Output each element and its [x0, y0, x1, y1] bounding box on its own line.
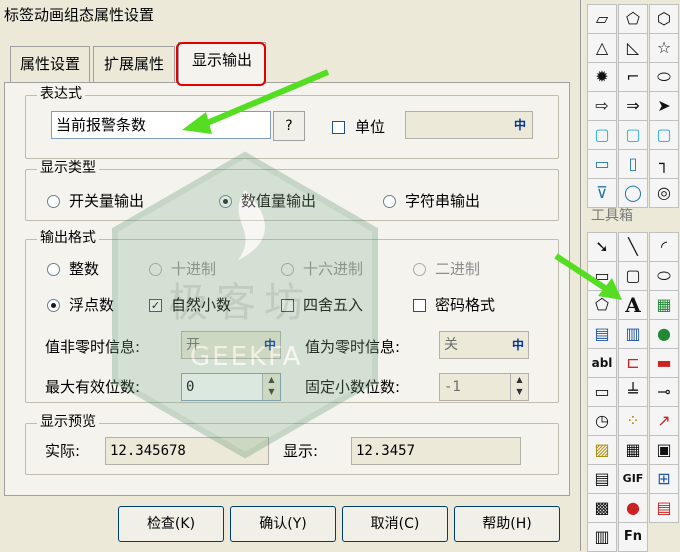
binary-label: 二进制 [435, 260, 481, 278]
clock-tool-icon[interactable]: ◷ [587, 406, 617, 436]
pentagon-arrow-icon[interactable]: ⬠ [618, 4, 648, 34]
triangle-icon[interactable]: △ [587, 33, 617, 63]
alarm-list-tool-icon[interactable]: ▤ [649, 493, 679, 523]
watermark-logo: 极客坊 GEEKFA [110, 150, 380, 460]
bitmap-tool-icon[interactable]: ▤ [587, 319, 617, 349]
elbow-pipe-icon[interactable]: ┐ [649, 149, 679, 179]
pointer-arrow-icon[interactable]: ➤ [649, 91, 679, 121]
tab-extended-properties[interactable]: 扩展属性 [93, 46, 175, 82]
fixed-decimals-spinner[interactable]: ▲ ▼ [510, 374, 528, 400]
input-box-tool-icon[interactable]: abl [587, 348, 617, 378]
report-tool-icon[interactable]: ▨ [587, 435, 617, 465]
document-tool-icon[interactable]: ▥ [587, 522, 617, 552]
check-button[interactable]: 检查(K) [118, 506, 224, 542]
tab-highlight-box [176, 42, 266, 86]
radio-string-output[interactable] [383, 195, 396, 208]
frame-square-3-icon[interactable]: ▢ [649, 120, 679, 150]
radio-float[interactable] [47, 299, 60, 312]
gif-tool-icon[interactable]: GIF [618, 464, 648, 494]
cube-shape-icon[interactable]: ▱ [587, 4, 617, 34]
target-icon[interactable]: ◎ [649, 178, 679, 208]
tab-property-settings[interactable]: 属性设置 [10, 46, 90, 82]
vertical-pipe-icon[interactable]: ▯ [618, 149, 648, 179]
preview-legend: 显示预览 [37, 413, 99, 431]
grid-list-tool-icon[interactable]: ▤ [587, 464, 617, 494]
table-tool-icon[interactable]: ▦ [618, 435, 648, 465]
zero-selector-icon[interactable]: 中 [509, 333, 527, 359]
frame-square-2-icon[interactable]: ▢ [618, 120, 648, 150]
ring-icon[interactable]: ◯ [618, 178, 648, 208]
expression-help-button[interactable]: ? [273, 111, 305, 141]
gear-shape-icon[interactable]: ✹ [587, 62, 617, 92]
ellipse-tool-icon[interactable]: ⬭ [649, 261, 679, 291]
picture-tool-icon[interactable]: ▦ [649, 290, 679, 320]
cancel-button[interactable]: 取消(C) [342, 506, 448, 542]
rounded-rect-tool-icon[interactable]: ▢ [618, 261, 648, 291]
text-label-tool-icon[interactable]: A [618, 290, 648, 320]
slider-tool-icon[interactable]: ⊏ [618, 348, 648, 378]
unit-checkbox[interactable] [332, 121, 345, 134]
rectangle-tool-icon[interactable]: ▭ [587, 261, 617, 291]
right-arrow-icon[interactable]: ⇒ [618, 91, 648, 121]
valve-icon[interactable]: ⊽ [587, 178, 617, 208]
horizontal-pipe-icon[interactable]: ▭ [587, 149, 617, 179]
arc-tool-icon[interactable]: ◜ [649, 232, 679, 262]
toolbox-pane: ▱ ⬠ ⬡ △ ◺ ☆ ✹ ⌐ ⬭ ⇨ ⇒ ➤ ▢ ▢ ▢ ▭ ▯ ┐ ⊽ ◯ … [580, 0, 680, 552]
function-tool-icon[interactable]: Fn [618, 522, 648, 552]
password-format-label: 密码格式 [435, 296, 496, 314]
qr-code-tool-icon[interactable]: ▩ [587, 493, 617, 523]
radio-integer[interactable] [47, 263, 60, 276]
arrow-pentagon-icon[interactable]: ⇨ [587, 91, 617, 121]
window-title: 标签动画组态属性设置 [0, 0, 578, 30]
expression-input[interactable]: 当前报警条数 [51, 111, 271, 139]
password-format-checkbox[interactable] [413, 299, 426, 312]
line-tool-icon[interactable]: ╲ [618, 232, 648, 262]
polygon-tool-icon[interactable]: ⬠ [587, 290, 617, 320]
alarm-light-tool-icon[interactable]: ● [618, 493, 648, 523]
expression-legend: 表达式 [37, 85, 85, 103]
select-pointer-icon[interactable]: ➘ [587, 232, 617, 262]
radio-binary[interactable] [413, 263, 426, 276]
unit-selector-icon[interactable]: 中 [511, 113, 529, 139]
radio-switch-output[interactable] [47, 195, 60, 208]
eraser-tool-icon[interactable]: ▬ [649, 348, 679, 378]
watermark-text-cn: 极客坊 [168, 280, 312, 326]
frame-square-1-icon[interactable]: ▢ [587, 120, 617, 150]
hexagon-icon[interactable]: ⬡ [649, 4, 679, 34]
output-format-legend: 输出格式 [37, 229, 99, 247]
watermark-text-en: GEEKFA [190, 342, 303, 372]
right-triangle-icon[interactable]: ◺ [618, 33, 648, 63]
toolbox-title: 工具箱 [591, 208, 633, 224]
trend-chart-tool-icon[interactable]: ↗ [649, 406, 679, 436]
switch-tool-icon[interactable]: ╧ [618, 377, 648, 407]
scale-tool-icon[interactable]: ⊞ [649, 464, 679, 494]
indicator-tool-icon[interactable]: ⁘ [618, 406, 648, 436]
string-output-label: 字符串输出 [405, 192, 481, 210]
globe-tool-icon[interactable]: ● [649, 319, 679, 349]
cylinder-icon[interactable]: ⬭ [649, 62, 679, 92]
preview-actual-label: 实际: [45, 442, 81, 460]
confirm-button[interactable]: 确认(Y) [230, 506, 336, 542]
flow-block-tool-icon[interactable]: ▥ [618, 319, 648, 349]
step-shape-icon[interactable]: ⌐ [618, 62, 648, 92]
integer-label: 整数 [69, 260, 100, 278]
resistor-tool-icon[interactable]: ⊸ [649, 377, 679, 407]
data-group-tool-icon[interactable]: ▣ [649, 435, 679, 465]
help-button[interactable]: 帮助(H) [454, 506, 560, 542]
star-icon[interactable]: ☆ [649, 33, 679, 63]
float-label: 浮点数 [69, 296, 115, 314]
button-tool-icon[interactable]: ▭ [587, 377, 617, 407]
unit-label: 单位 [355, 118, 386, 136]
display-type-legend: 显示类型 [37, 159, 99, 177]
